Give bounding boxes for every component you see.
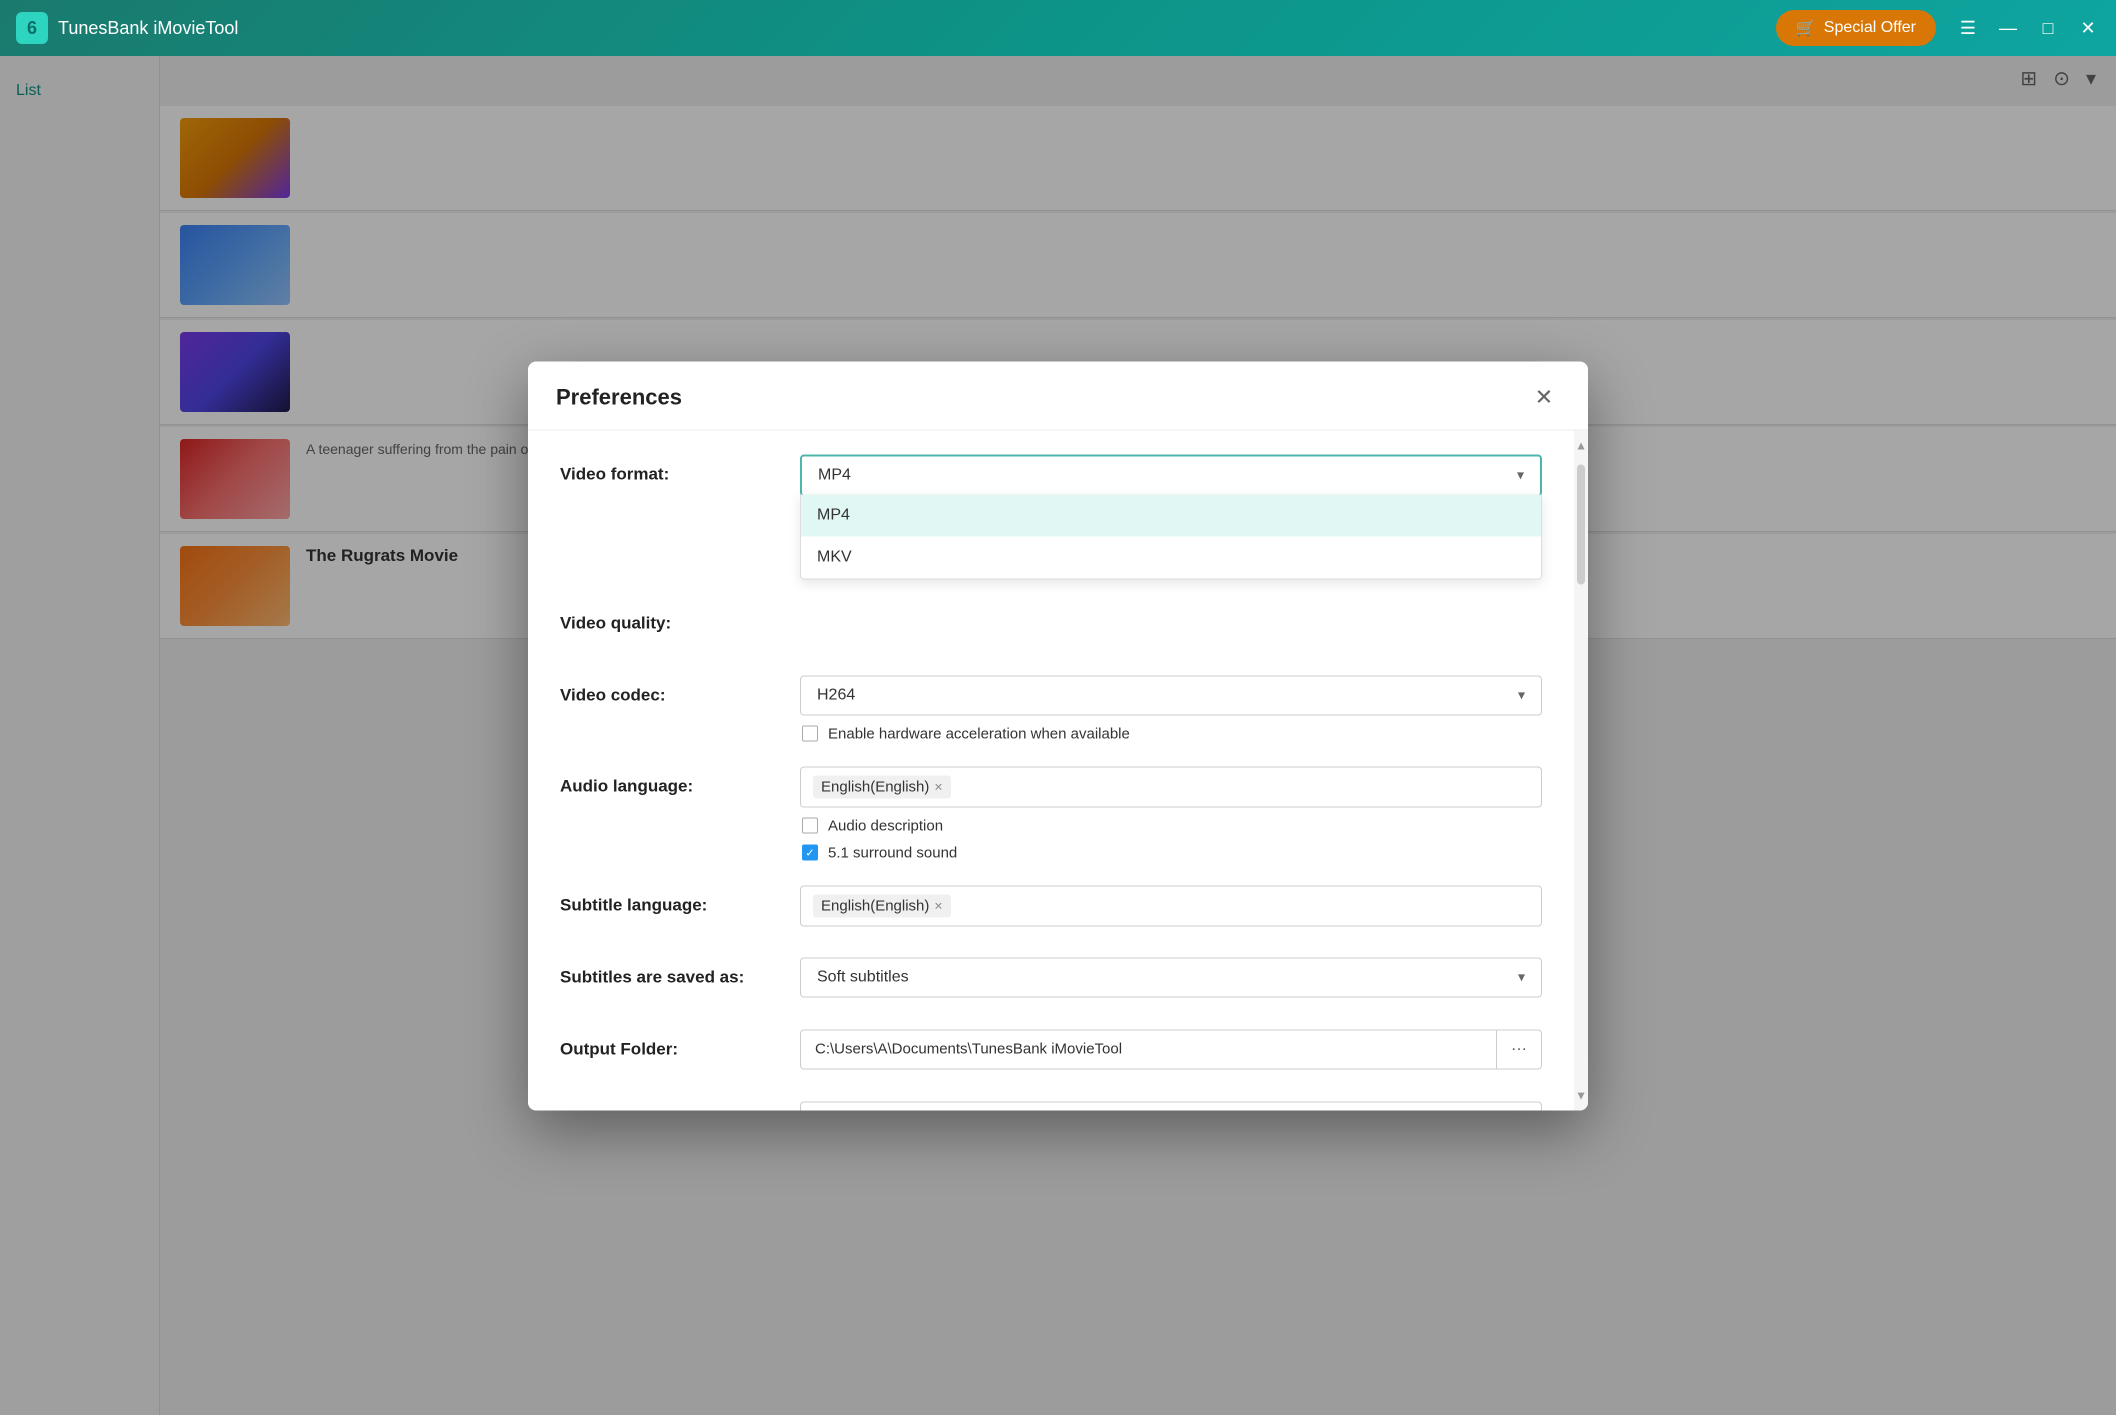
chevron-down-icon: ▾ <box>1518 687 1525 704</box>
video-format-option-mp4[interactable]: MP4 <box>801 494 1541 536</box>
subtitles-saved-as-value: Soft subtitles <box>817 968 909 986</box>
chevron-down-icon: ▾ <box>1518 969 1525 986</box>
scroll-up-arrow[interactable]: ▲ <box>1571 434 1588 456</box>
hw-acceleration-checkbox[interactable] <box>802 726 818 742</box>
checkmark-icon: ✓ <box>805 846 814 859</box>
surround-sound-checkbox[interactable]: ✓ <box>802 845 818 861</box>
video-codec-dropdown[interactable]: H264 ▾ <box>800 675 1542 715</box>
video-quality-label: Video quality: <box>560 603 800 633</box>
video-format-label: Video format: <box>560 454 800 484</box>
video-codec-row: Video codec: H264 ▾ Enable hardware acce… <box>560 675 1542 742</box>
subtitle-language-tag: English(English) × <box>813 894 951 917</box>
video-codec-label: Video codec: <box>560 675 800 705</box>
output-folder-row: Output Folder: C:\Users\A\Documents\Tune… <box>560 1029 1542 1077</box>
dialog-scrollbar[interactable]: ▲ ▼ <box>1574 430 1588 1110</box>
subtitles-saved-as-control: Soft subtitles ▾ <box>800 957 1542 997</box>
download-speed-row: Download speed: high ▾ <box>560 1101 1542 1110</box>
audio-description-label: Audio description <box>828 817 943 834</box>
dialog-close-button[interactable]: ✕ <box>1528 381 1560 413</box>
output-folder-path: C:\Users\A\Documents\TunesBank iMovieToo… <box>801 1031 1496 1068</box>
close-button[interactable]: ✕ <box>2076 16 2100 40</box>
video-format-dropdown[interactable]: MP4 ▾ <box>800 454 1542 496</box>
download-speed-control: high ▾ <box>800 1101 1542 1110</box>
audio-language-label: Audio language: <box>560 766 800 796</box>
subtitle-language-row: Subtitle language: English(English) × <box>560 885 1542 933</box>
output-folder-control: C:\Users\A\Documents\TunesBank iMovieToo… <box>800 1029 1542 1069</box>
video-format-control: MP4 ▾ MP4 MKV <box>800 454 1542 579</box>
video-format-option-mkv[interactable]: MKV <box>801 536 1541 578</box>
app-logo: 6 <box>16 12 48 44</box>
window-controls: ☰ — □ ✕ <box>1956 16 2100 40</box>
video-quality-row: Video quality: <box>560 603 1542 651</box>
download-speed-dropdown[interactable]: high ▾ <box>800 1101 1542 1110</box>
video-format-row: Video format: MP4 ▾ MP4 MKV <box>560 454 1542 579</box>
app-content: List ⊞ ⊙ ▾ <box>0 56 2116 1415</box>
app-title: TunesBank iMovieTool <box>58 18 1776 39</box>
chevron-down-icon: ▾ <box>1517 467 1524 484</box>
dialog-title: Preferences <box>556 384 682 410</box>
subtitles-saved-as-label: Subtitles are saved as: <box>560 957 800 987</box>
output-folder-label: Output Folder: <box>560 1029 800 1059</box>
video-codec-value: H264 <box>817 686 855 704</box>
video-format-menu: MP4 MKV <box>800 494 1542 579</box>
subtitle-language-input[interactable]: English(English) × <box>800 885 1542 926</box>
subtitles-saved-as-row: Subtitles are saved as: Soft subtitles ▾ <box>560 957 1542 1005</box>
hw-acceleration-row: Enable hardware acceleration when availa… <box>800 725 1542 742</box>
hw-acceleration-label: Enable hardware acceleration when availa… <box>828 725 1130 742</box>
output-folder-input: C:\Users\A\Documents\TunesBank iMovieToo… <box>800 1029 1542 1069</box>
subtitle-language-tag-remove[interactable]: × <box>934 898 942 914</box>
dialog-header: Preferences ✕ <box>528 361 1588 430</box>
audio-language-row: Audio language: English(English) × Audio… <box>560 766 1542 861</box>
audio-language-tag: English(English) × <box>813 775 951 798</box>
subtitles-saved-as-dropdown[interactable]: Soft subtitles ▾ <box>800 957 1542 997</box>
audio-language-input[interactable]: English(English) × <box>800 766 1542 807</box>
audio-language-control: English(English) × Audio description ✓ <box>800 766 1542 861</box>
output-folder-browse-button[interactable]: ··· <box>1496 1030 1541 1068</box>
download-speed-label: Download speed: <box>560 1101 800 1110</box>
surround-sound-label: 5.1 surround sound <box>828 844 957 861</box>
titlebar: 6 TunesBank iMovieTool 🛒 Special Offer ☰… <box>0 0 2116 56</box>
cart-icon: 🛒 <box>1796 18 1816 38</box>
dialog-content: Video format: MP4 ▾ MP4 MKV <box>528 430 1574 1110</box>
surround-sound-row: ✓ 5.1 surround sound <box>800 844 1542 861</box>
special-offer-button[interactable]: 🛒 Special Offer <box>1776 10 1936 46</box>
menu-icon[interactable]: ☰ <box>1956 16 1980 40</box>
video-format-value: MP4 <box>818 466 851 484</box>
maximize-button[interactable]: □ <box>2036 16 2060 40</box>
minimize-button[interactable]: — <box>1996 16 2020 40</box>
preferences-dialog: Preferences ✕ Video format: MP4 ▾ <box>528 361 1588 1110</box>
subtitle-language-label: Subtitle language: <box>560 885 800 915</box>
scrollbar-thumb[interactable] <box>1577 464 1585 584</box>
subtitle-language-control: English(English) × <box>800 885 1542 926</box>
video-codec-control: H264 ▾ Enable hardware acceleration when… <box>800 675 1542 742</box>
dialog-body: Video format: MP4 ▾ MP4 MKV <box>528 430 1588 1110</box>
scroll-down-arrow[interactable]: ▼ <box>1571 1084 1588 1106</box>
audio-desc-row: Audio description <box>800 817 1542 834</box>
audio-language-tag-remove[interactable]: × <box>934 779 942 795</box>
audio-description-checkbox[interactable] <box>802 818 818 834</box>
